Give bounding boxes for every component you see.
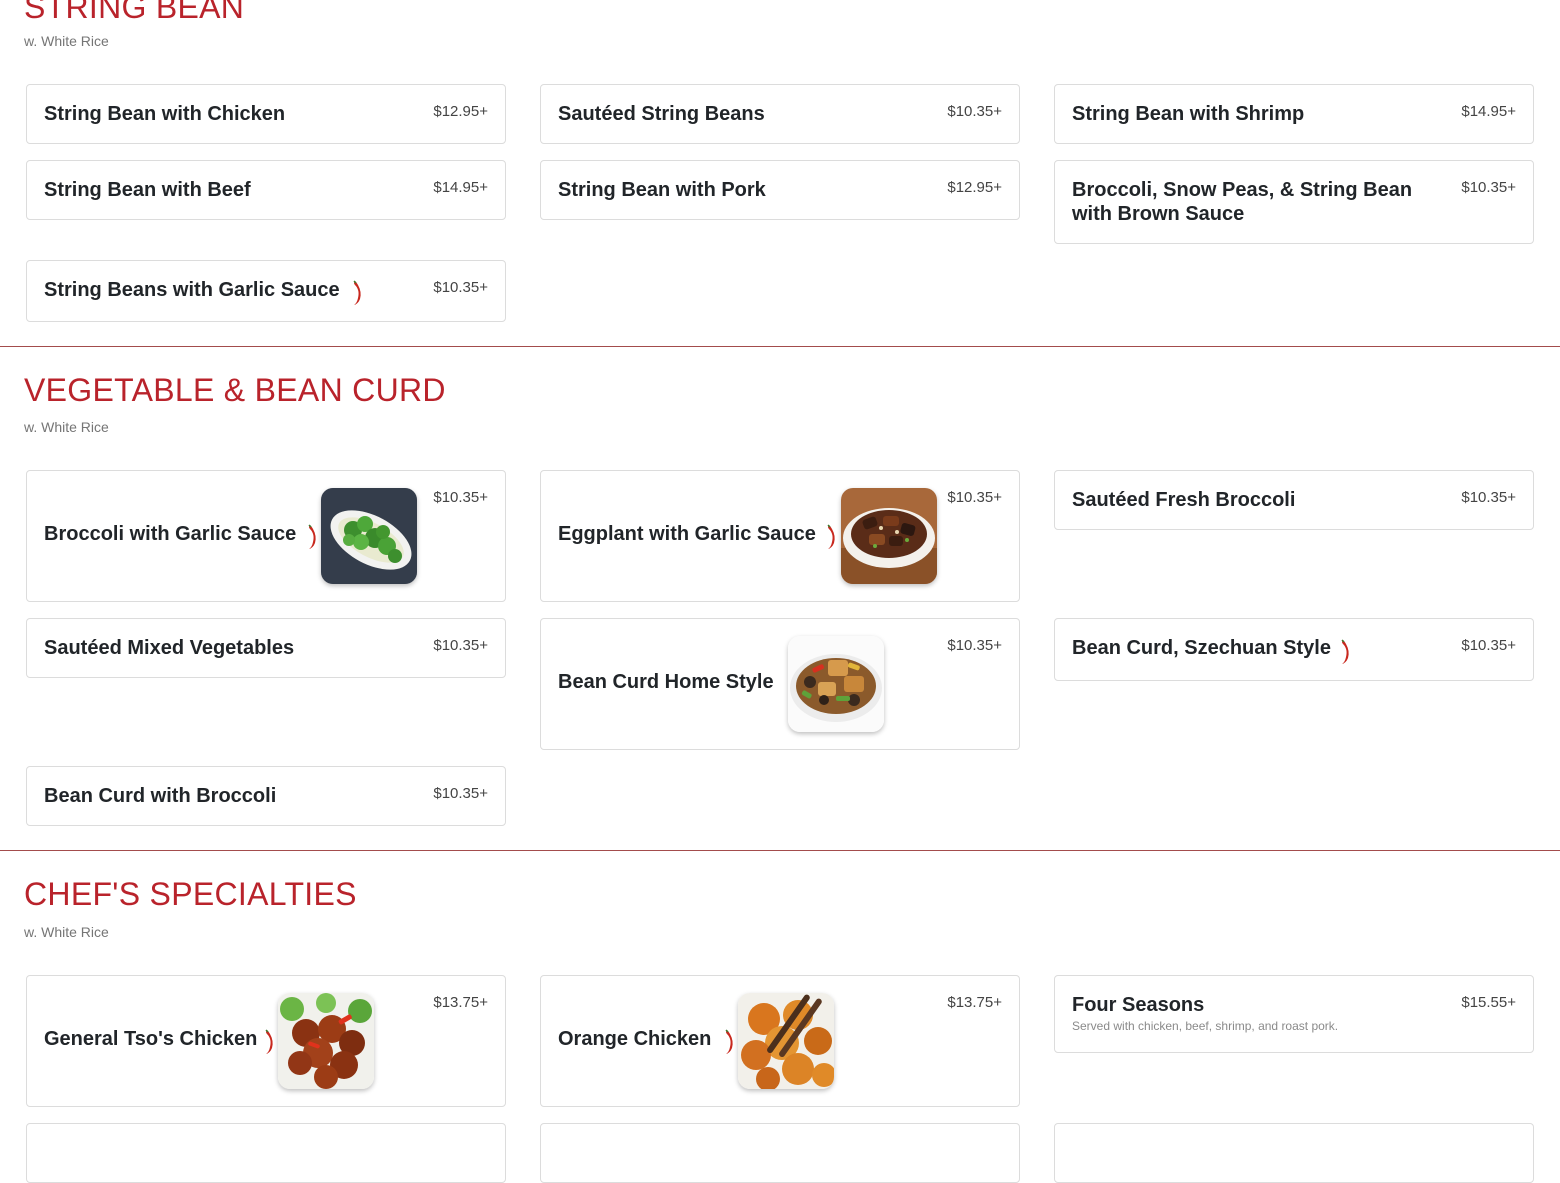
item-name: Broccoli with Garlic Sauce bbox=[44, 523, 297, 545]
menu-item-card[interactable]: Sautéed Mixed Vegetables $10.35+ bbox=[26, 618, 506, 678]
menu-item-card[interactable]: Bean Curd Home Style $10.35+ bbox=[540, 618, 1020, 750]
item-price: $14.95+ bbox=[433, 179, 488, 196]
menu-item-card[interactable]: Broccoli, Snow Peas, & String Bean with … bbox=[1054, 160, 1534, 244]
menu-item-card[interactable]: String Bean with Beef $14.95+ bbox=[26, 160, 506, 220]
item-price: $10.35+ bbox=[947, 103, 1002, 120]
eggplant-dish-photo bbox=[841, 488, 937, 584]
item-price: $10.35+ bbox=[1461, 489, 1516, 506]
item-name: String Bean with Shrimp bbox=[1072, 103, 1305, 125]
bean-curd-dish-photo bbox=[788, 636, 884, 732]
menu-item-card-partial[interactable] bbox=[1054, 1123, 1534, 1183]
chili-pepper-icon bbox=[1341, 639, 1349, 664]
item-name: Sautéed Fresh Broccoli bbox=[1072, 489, 1296, 511]
item-name: String Beans with Garlic Sauce bbox=[44, 279, 340, 301]
item-name: Orange Chicken bbox=[558, 1028, 712, 1050]
orange-chicken-dish-photo bbox=[738, 993, 834, 1089]
chili-pepper-icon bbox=[353, 280, 361, 305]
item-price: $14.95+ bbox=[1461, 103, 1516, 120]
section-divider bbox=[0, 346, 1560, 347]
item-name: String Bean with Beef bbox=[44, 179, 251, 201]
menu-item-card[interactable]: String Bean with Pork $12.95+ bbox=[540, 160, 1020, 220]
menu-item-card[interactable]: String Bean with Shrimp $14.95+ bbox=[1054, 84, 1534, 144]
item-price: $12.95+ bbox=[947, 179, 1002, 196]
item-price: $15.55+ bbox=[1461, 994, 1516, 1011]
item-name: Broccoli, Snow Peas, & String Bean with … bbox=[1072, 179, 1413, 225]
item-name: General Tso's Chicken bbox=[44, 1028, 258, 1050]
menu-item-card[interactable]: Broccoli with Garlic Sauce $10.35+ bbox=[26, 470, 506, 602]
section-title-vegetable-bean-curd: VEGETABLE & BEAN CURD bbox=[24, 372, 446, 408]
menu-item-card[interactable]: String Beans with Garlic Sauce $10.35+ bbox=[26, 260, 506, 322]
item-name: Bean Curd Home Style bbox=[558, 671, 774, 693]
section-subtitle: w. White Rice bbox=[24, 33, 109, 49]
item-price: $10.35+ bbox=[1461, 179, 1516, 196]
chili-pepper-icon bbox=[308, 524, 316, 549]
general-tso-dish-photo bbox=[278, 993, 374, 1089]
section-subtitle: w. White Rice bbox=[24, 419, 109, 435]
item-name: String Bean with Pork bbox=[558, 179, 766, 201]
menu-item-card[interactable]: General Tso's Chicken $13.75+ bbox=[26, 975, 506, 1107]
menu-item-card[interactable]: Eggplant with Garlic Sauce $10.35+ bbox=[540, 470, 1020, 602]
section-title-chefs-specialties: CHEF'S SPECIALTIES bbox=[24, 876, 357, 912]
item-price: $10.35+ bbox=[947, 489, 1002, 506]
section-divider bbox=[0, 850, 1560, 851]
menu-item-card[interactable]: Four Seasons Served with chicken, beef, … bbox=[1054, 975, 1534, 1053]
item-name: Four Seasons bbox=[1072, 994, 1205, 1016]
item-price: $10.35+ bbox=[433, 489, 488, 506]
item-price: $10.35+ bbox=[1461, 637, 1516, 654]
item-price: $13.75+ bbox=[947, 994, 1002, 1011]
menu-item-card-partial[interactable] bbox=[26, 1123, 506, 1183]
chili-pepper-icon bbox=[725, 1029, 733, 1054]
section-subtitle: w. White Rice bbox=[24, 924, 109, 940]
item-description: Served with chicken, beef, shrimp, and r… bbox=[1072, 1019, 1339, 1033]
item-name: Bean Curd with Broccoli bbox=[44, 785, 277, 807]
item-price: $13.75+ bbox=[433, 994, 488, 1011]
item-price: $10.35+ bbox=[433, 637, 488, 654]
item-price: $10.35+ bbox=[433, 279, 488, 296]
menu-item-card[interactable]: Orange Chicken $13.75+ bbox=[540, 975, 1020, 1107]
item-name: Sautéed String Beans bbox=[558, 103, 765, 125]
item-price: $10.35+ bbox=[947, 637, 1002, 654]
section-title-string-bean: STRING BEAN bbox=[24, 0, 245, 25]
item-name: Eggplant with Garlic Sauce bbox=[558, 523, 816, 545]
chili-pepper-icon bbox=[827, 524, 835, 549]
menu-item-card[interactable]: Bean Curd with Broccoli $10.35+ bbox=[26, 766, 506, 826]
item-price: $12.95+ bbox=[433, 103, 488, 120]
menu-item-card[interactable]: Sautéed String Beans $10.35+ bbox=[540, 84, 1020, 144]
broccoli-dish-photo bbox=[321, 488, 417, 584]
chili-pepper-icon bbox=[265, 1029, 273, 1054]
item-name: Bean Curd, Szechuan Style bbox=[1072, 637, 1331, 659]
menu-item-card[interactable]: String Bean with Chicken $12.95+ bbox=[26, 84, 506, 144]
menu-item-card[interactable]: Bean Curd, Szechuan Style $10.35+ bbox=[1054, 618, 1534, 681]
item-name: String Bean with Chicken bbox=[44, 103, 286, 125]
item-name: Sautéed Mixed Vegetables bbox=[44, 637, 295, 659]
menu-item-card-partial[interactable] bbox=[540, 1123, 1020, 1183]
menu-item-card[interactable]: Sautéed Fresh Broccoli $10.35+ bbox=[1054, 470, 1534, 530]
item-price: $10.35+ bbox=[433, 785, 488, 802]
